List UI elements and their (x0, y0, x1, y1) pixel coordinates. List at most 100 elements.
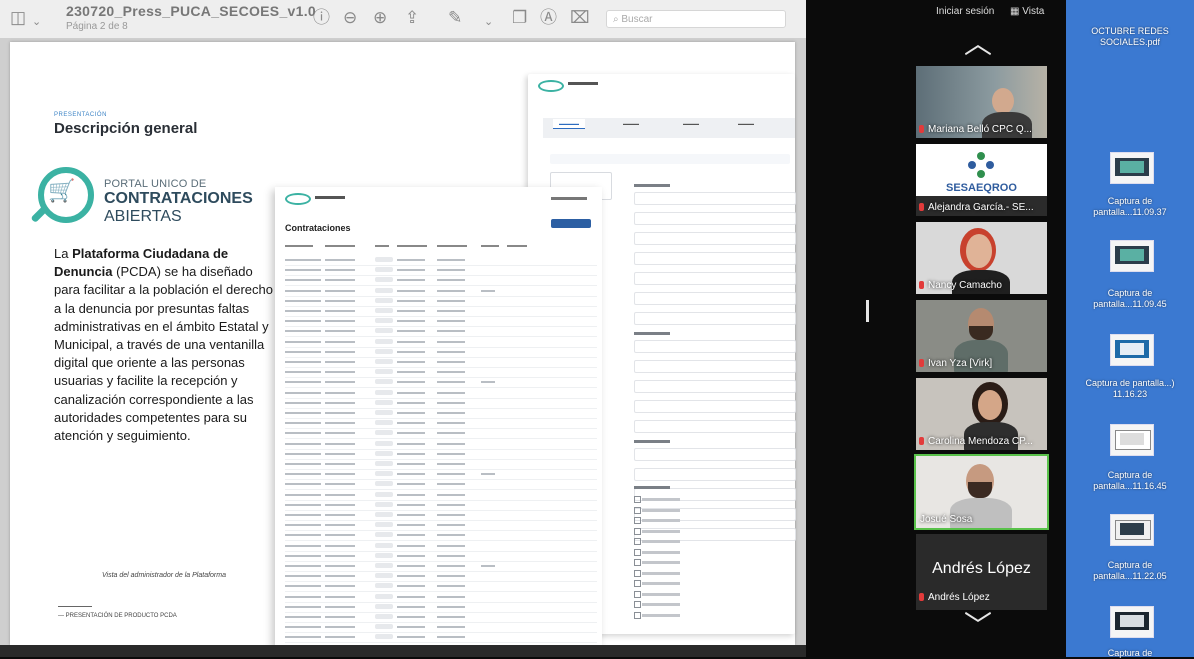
slide-kicker: PRESENTACIÓN (54, 112, 107, 118)
shopping-cart-icon: 🛒 (48, 178, 76, 203)
info-icon[interactable]: ⓘ (313, 8, 330, 28)
table-header-cell (507, 245, 527, 247)
desktop-file-screenshot[interactable]: Captura de pantalla...11.09.37 (1066, 196, 1194, 218)
table-cell (397, 391, 425, 394)
table-cell (397, 636, 425, 639)
table-cell (285, 493, 321, 496)
form-input (634, 312, 796, 325)
zoom-out-icon[interactable]: ⊖ (343, 8, 357, 28)
participant-tile[interactable]: Carolina Mendoza CP... (916, 378, 1047, 450)
table-cell (437, 401, 465, 404)
table-cell (285, 432, 321, 435)
participant-display-name: Andrés López (932, 560, 1031, 577)
participant-tile[interactable]: Mariana Belló CPC Q... (916, 66, 1047, 138)
desktop-file-screenshot[interactable]: Captura de (1066, 648, 1194, 659)
participant-name: Ivan Yza [Virk] (928, 358, 993, 369)
form-input (634, 400, 796, 413)
table-cell (325, 320, 355, 323)
desktop-file-screenshot[interactable]: Captura de pantalla...11.16.45 (1066, 470, 1194, 492)
form-checkbox-label (642, 561, 680, 564)
view-button[interactable]: ▦ Vista (1010, 6, 1044, 17)
screenshot-thumbnail-icon[interactable] (1110, 240, 1154, 272)
table-cell (397, 310, 425, 312)
scroll-up-icon[interactable]: ︿ (964, 30, 992, 58)
desktop-file-screenshot[interactable]: Captura de pantalla...11.22.05 (1066, 560, 1194, 582)
participant-tile[interactable]: Ivan Yza [Virk] (916, 300, 1047, 372)
screenshot-thumbnail-icon[interactable] (1110, 606, 1154, 638)
table-cell (325, 626, 355, 629)
table-cell (285, 310, 321, 312)
table-cell (437, 289, 465, 292)
desktop-file-pdf[interactable]: OCTUBRE REDES SOCIALES.pdf (1066, 26, 1194, 48)
status-pill (375, 583, 393, 589)
markup-pen-icon[interactable]: ✎ (448, 8, 462, 28)
scroll-down-icon[interactable]: ﹀ (964, 612, 992, 640)
form-checkbox (634, 517, 641, 524)
table-cell (437, 269, 465, 272)
mini-logo-text (568, 82, 598, 85)
status-pill (375, 420, 393, 426)
table-cell (397, 401, 425, 404)
muted-mic-icon (919, 437, 924, 445)
file-label: Captura de pantalla...) 11.16.23 (1085, 378, 1175, 399)
table-cell (397, 320, 425, 323)
status-pill (375, 501, 393, 507)
search-input[interactable]: ⌕ Buscar (606, 10, 786, 28)
panel-resize-handle[interactable] (866, 300, 869, 322)
table-cell (325, 503, 355, 506)
participant-tile[interactable]: Nancy Camacho (916, 222, 1047, 294)
table-cell (437, 279, 465, 282)
form-input (634, 380, 796, 393)
participant-face (978, 390, 1002, 420)
status-pill (375, 481, 393, 487)
table-cell (285, 371, 321, 374)
status-pill (375, 624, 393, 630)
desktop-file-screenshot[interactable]: Captura de pantalla...) 11.16.23 (1066, 378, 1194, 400)
table-cell (397, 575, 425, 578)
table-cell (285, 636, 321, 639)
table-cell (397, 422, 425, 425)
markup-menu-chevron-icon[interactable]: ⌄ (484, 12, 493, 32)
mini-logo (285, 193, 311, 205)
table-cell (325, 565, 355, 567)
table-cell (481, 565, 495, 567)
table-cell (325, 269, 355, 272)
desktop-file-screenshot[interactable]: Captura de pantalla...11.09.45 (1066, 288, 1194, 310)
status-pill (375, 257, 393, 262)
screenshot-thumbnail-icon[interactable] (1110, 514, 1154, 546)
screenshot-thumbnail-icon[interactable] (1110, 152, 1154, 184)
table-cell (285, 605, 321, 608)
table-cell (397, 554, 425, 557)
sidebar-toggle-icon[interactable]: ◫ (10, 8, 26, 28)
table-cell (397, 565, 425, 567)
footer-rule (58, 606, 92, 607)
window-icon[interactable]: ❐ (512, 8, 527, 28)
form-input (634, 192, 796, 205)
annotate-icon[interactable]: Ⓐ (540, 8, 557, 28)
status-pill (375, 471, 393, 477)
share-icon[interactable]: ⇪ (405, 8, 419, 28)
status-pill (375, 399, 393, 405)
status-pill (375, 369, 393, 375)
screenshot-thumbnail-icon[interactable] (1110, 334, 1154, 366)
slide-body-text: La Plataforma Ciudadana de Denuncia (PCD… (54, 245, 274, 445)
chevron-down-icon[interactable]: ⌄ (32, 12, 41, 32)
table-cell (397, 626, 425, 629)
participant-tile[interactable]: SESAEQROO Alejandra García.- SE... (916, 144, 1047, 216)
form-fill-icon[interactable]: ⌧ (570, 8, 590, 28)
start-session-link[interactable]: Iniciar sesión (936, 6, 994, 17)
table-cell (285, 299, 321, 302)
participant-tile-active-speaker[interactable]: Josué Sosa (914, 454, 1049, 530)
status-pill (375, 348, 393, 354)
table-cell (437, 616, 465, 618)
table-cell (285, 626, 321, 629)
participant-tile-no-video[interactable]: Andrés López Andrés López (916, 534, 1047, 610)
table-cell (325, 452, 355, 455)
status-pill (375, 287, 393, 293)
zoom-in-icon[interactable]: ⊕ (373, 8, 387, 28)
table-cell (437, 575, 465, 578)
status-pill (375, 532, 393, 538)
table-cell (437, 330, 465, 333)
screenshot-thumbnail-icon[interactable] (1110, 424, 1154, 456)
status-pill (375, 318, 393, 324)
